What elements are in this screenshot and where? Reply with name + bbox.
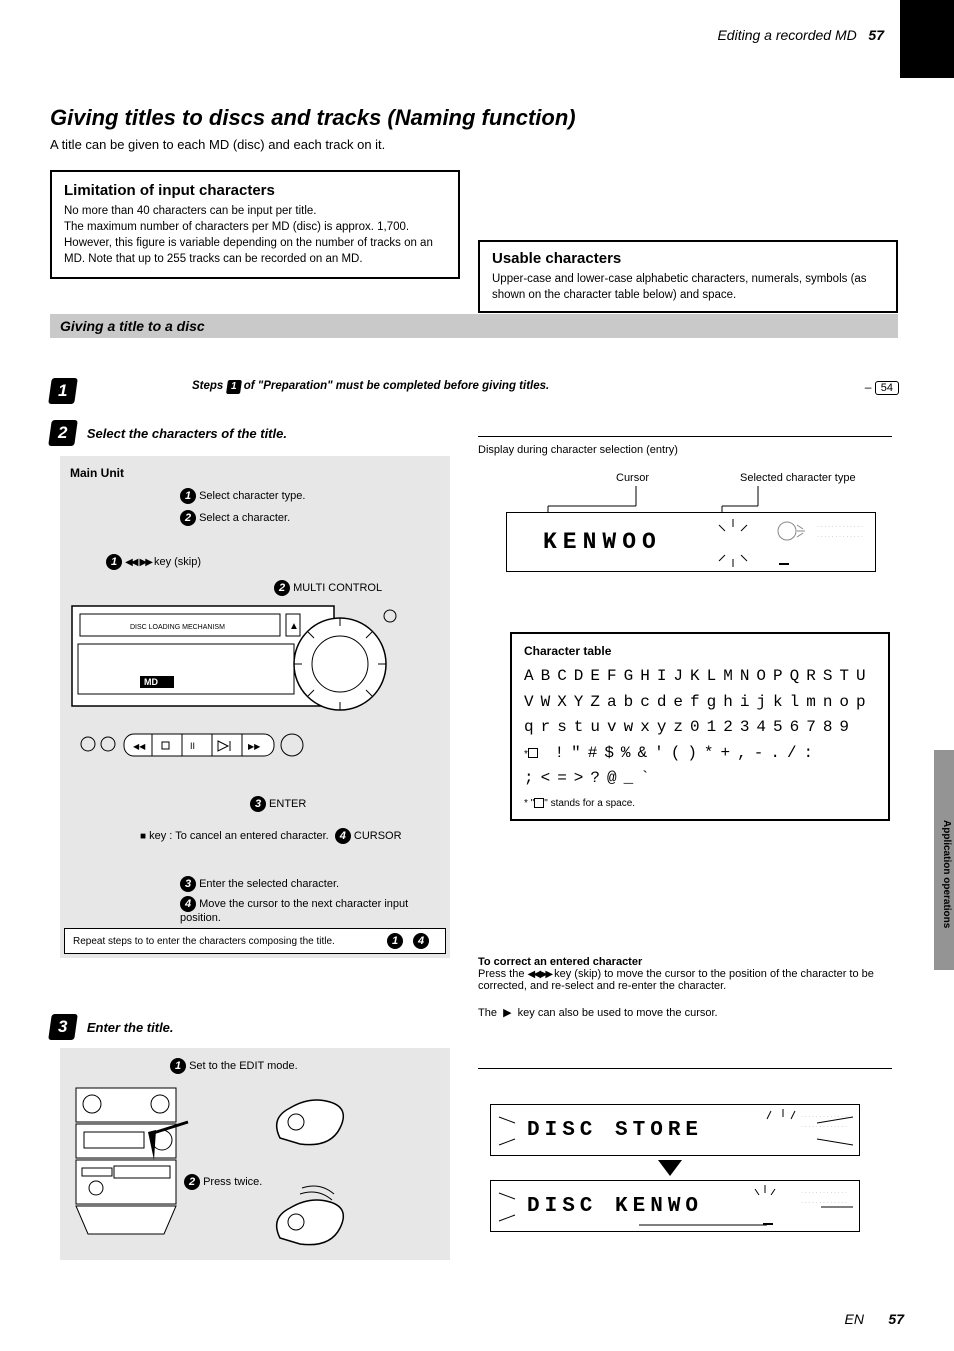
- stack-illustration: [72, 1084, 192, 1247]
- char-row-4: * !"#$%&'()*+,-./:: [524, 741, 876, 767]
- stop-key-row: ■ key : To cancel an entered character. …: [140, 828, 402, 844]
- usable-text: Upper-case and lower-case alphabetic cha…: [492, 271, 884, 303]
- step-2: 2 Select the characters of the title.: [50, 420, 287, 446]
- limitation-label: Limitation of input characters: [64, 182, 446, 199]
- hand-press-2-icon: [260, 1178, 370, 1261]
- sub3: 3 Enter the selected character.: [180, 876, 339, 892]
- page-subtitle: A title can be given to each MD (disc) a…: [50, 137, 385, 152]
- svg-text:II: II: [190, 741, 195, 751]
- char-row-5: ;<=>?@_`: [524, 766, 876, 792]
- step-2-badge: 2: [48, 420, 78, 446]
- inline-badge-1: 1: [226, 380, 242, 394]
- lcd-text: KENWOO: [507, 529, 662, 555]
- svg-text:MD: MD: [144, 677, 158, 687]
- enter-title-panel: 1 Set to the EDIT mode. 2 Press twice.: [60, 1048, 450, 1260]
- svg-text:▲: ▲: [289, 621, 299, 632]
- page-number: 57: [888, 1311, 904, 1327]
- char-note: * "" stands for a space.: [524, 798, 876, 809]
- lcd-display-1: KENWOO · · · · · · · · · · · · ·· · · · …: [506, 512, 876, 572]
- hand-press-1-icon: [260, 1078, 370, 1161]
- arrow-down-icon: [658, 1160, 682, 1179]
- repeat-bar: Repeat steps to to enter the characters …: [64, 928, 446, 954]
- step-1-text: Steps 1 of "Preparation" must be complet…: [192, 380, 549, 394]
- limitation-line2: The maximum number of characters per MD …: [64, 219, 446, 267]
- cursor-label: Cursor: [616, 472, 649, 484]
- display-during-header: Display during character selection (entr…: [478, 444, 678, 456]
- step-3: 3 Enter the title.: [50, 1014, 174, 1040]
- header-text: Editing a recorded MD: [717, 27, 856, 43]
- skip-key-row: 1 ◀◀ ▶▶ key (skip): [106, 554, 201, 570]
- badge-1: 1: [180, 488, 196, 504]
- step-3-badge: 3: [48, 1014, 78, 1040]
- main-unit-panel: Main Unit 1 Select character type. 2 Sel…: [60, 456, 450, 958]
- blink-icon-2: [745, 1183, 785, 1213]
- blink-icon: [705, 515, 761, 571]
- sub2: 2 Select a character.: [180, 510, 290, 526]
- lcd-display-2a: DISC STORE · · · · · · · · · · · · ·· · …: [490, 1104, 860, 1156]
- side-tab-label: Application operations: [941, 820, 952, 928]
- step-2-label: Select the characters of the title.: [87, 426, 287, 441]
- correct-section: To correct an entered character Press th…: [478, 956, 886, 1019]
- section-bar: Giving a title to a disc: [50, 314, 898, 338]
- rewind-icon: ◀◀: [125, 557, 136, 568]
- header-breadcrumb: Editing a recorded MD 57: [717, 27, 884, 43]
- badge-2: 2: [180, 510, 196, 526]
- lang-label: EN: [845, 1311, 864, 1327]
- unit-illustration: DISC LOADING MECHANISM ▲ MD: [70, 604, 440, 794]
- char-row-3: qrstuvwxyz0123456789: [524, 715, 876, 741]
- limitation-box: Limitation of input characters No more t…: [50, 170, 460, 279]
- svg-text:▶▶: ▶▶: [248, 742, 261, 751]
- panel-title: Main Unit: [70, 466, 124, 480]
- step-1-badge: 1: [48, 378, 78, 404]
- disc-indicator-icon: [775, 519, 815, 543]
- char-row-1: ABCDEFGHIJKLMNOPQRSTU: [524, 664, 876, 690]
- usable-label: Usable characters: [492, 250, 884, 267]
- page-ref-num: 54: [875, 381, 899, 395]
- forward-icon: ▶▶: [140, 557, 151, 568]
- sub1: 1 Select character type.: [180, 488, 305, 504]
- step-3-label: Enter the title.: [87, 1020, 174, 1035]
- limitation-line1: No more than 40 characters can be input …: [64, 203, 446, 219]
- usable-chars-box: Usable characters Upper-case and lower-c…: [478, 240, 898, 313]
- page-title: Giving titles to discs and tracks (Namin…: [50, 105, 576, 131]
- page-reference: – 54: [865, 380, 899, 395]
- multi-control-label: 2 MULTI CONTROL: [274, 580, 382, 596]
- svg-text:DISC LOADING MECHANISM: DISC LOADING MECHANISM: [130, 624, 225, 631]
- enter-label-row: 3 ENTER: [250, 796, 306, 812]
- selected-type-label: Selected character type: [740, 472, 856, 484]
- character-table: Character table ABCDEFGHIJKLMNOPQRSTU VW…: [510, 632, 890, 821]
- corner-tab: [900, 0, 954, 78]
- header-page: 57: [868, 27, 884, 43]
- step-1: 1: [50, 378, 76, 404]
- svg-text:◀◀: ◀◀: [133, 742, 146, 751]
- char-table-title: Character table: [524, 644, 876, 658]
- char-row-2: VWXYZabcdefghijklmnop: [524, 690, 876, 716]
- correct-title: To correct an entered character: [478, 956, 642, 968]
- section-bar-text: Giving a title to a disc: [60, 318, 205, 334]
- lcd-display-2b: DISC KENWO · · · · · · · · · · · · ·· · …: [490, 1180, 860, 1232]
- sub4: 4 Move the cursor to the next character …: [180, 896, 450, 924]
